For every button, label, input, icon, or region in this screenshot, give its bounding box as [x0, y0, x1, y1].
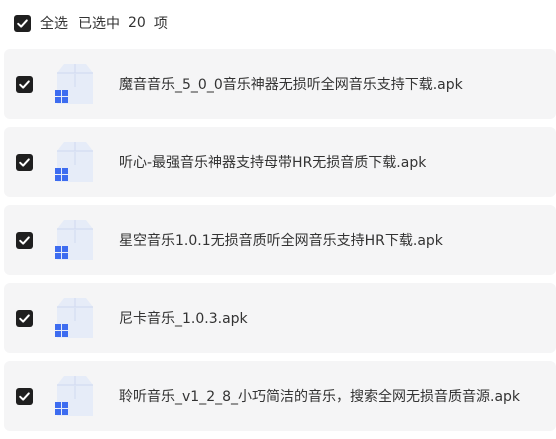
apk-file-icon	[55, 142, 93, 182]
selected-suffix: 项	[153, 16, 168, 32]
file-name: 魔音音乐_5_0_0音乐神器无损听全网音乐支持下载.apk	[119, 77, 463, 93]
file-name: 听心-最强音乐神器支持母带HR无损音质下载.apk	[119, 155, 427, 171]
check-icon	[19, 313, 30, 323]
selection-header: 全选 已选中 20 项	[0, 0, 556, 46]
file-name: 聆听音乐_v1_2_8_小巧简洁的音乐，搜索全网无损音质音源.apk	[119, 389, 521, 405]
selected-count: 20	[128, 15, 146, 31]
file-name: 尼卡音乐_1.0.3.apk	[119, 311, 248, 327]
apk-file-icon	[55, 64, 93, 104]
check-icon	[19, 157, 30, 167]
check-icon	[19, 235, 30, 245]
file-row[interactable]: 聆听音乐_v1_2_8_小巧简洁的音乐，搜索全网无损音质音源.apk	[4, 361, 556, 431]
file-row[interactable]: 听心-最强音乐神器支持母带HR无损音质下载.apk	[4, 127, 556, 197]
select-all-checkbox[interactable]	[14, 14, 31, 32]
check-icon	[19, 391, 30, 401]
apk-file-icon	[55, 298, 93, 338]
check-icon	[19, 79, 30, 89]
file-checkbox[interactable]	[16, 387, 33, 405]
file-row[interactable]: 星空音乐1.0.1无损音质听全网音乐支持HR下载.apk	[4, 205, 556, 275]
file-row[interactable]: 魔音音乐_5_0_0音乐神器无损听全网音乐支持下载.apk	[4, 49, 556, 119]
select-all-label: 全选	[40, 16, 68, 32]
file-checkbox[interactable]	[16, 309, 33, 327]
selected-prefix: 已选中	[78, 16, 120, 32]
file-checkbox[interactable]	[16, 75, 33, 93]
file-list: 魔音音乐_5_0_0音乐神器无损听全网音乐支持下载.apk 听心-最强音乐神器支…	[4, 49, 556, 439]
file-row[interactable]: 尼卡音乐_1.0.3.apk	[4, 283, 556, 353]
file-checkbox[interactable]	[16, 231, 33, 249]
check-icon	[17, 18, 28, 28]
file-name: 星空音乐1.0.1无损音质听全网音乐支持HR下载.apk	[119, 233, 443, 249]
apk-file-icon	[55, 376, 93, 416]
apk-file-icon	[55, 220, 93, 260]
file-checkbox[interactable]	[16, 153, 33, 171]
